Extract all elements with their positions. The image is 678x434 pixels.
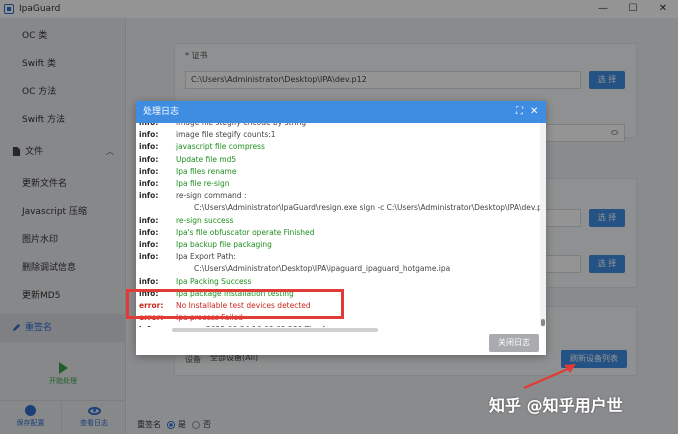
- log-level: info:: [139, 252, 159, 262]
- log-message: re-sign success: [176, 215, 234, 225]
- log-vertical-scrollbar[interactable]: [540, 123, 546, 327]
- log-level: info:: [139, 142, 159, 152]
- vertical-scroll-thumb[interactable]: [541, 319, 545, 326]
- log-level: info:: [139, 123, 158, 127]
- log-message: Ipa backup file packaging: [176, 240, 272, 249]
- log-message: image file stegify encode by string: [176, 123, 306, 127]
- dialog-header: 处理日志: [136, 101, 546, 123]
- log-level: info:: [139, 215, 159, 225]
- log-level: info:: [139, 191, 159, 201]
- close-dialog-icon[interactable]: ✕: [530, 101, 538, 123]
- error-highlight-box: [126, 289, 344, 319]
- log-message: C:\Users\Administrator\IpaGuard\resign.e…: [194, 203, 540, 213]
- log-message: re-sign command :: [176, 191, 247, 201]
- dialog-title: 处理日志: [143, 107, 180, 117]
- watermark-text: 知乎 @知乎用户世: [489, 396, 623, 415]
- log-message: Update file md5: [176, 154, 237, 164]
- log-message: Ipa Export Path:: [176, 252, 236, 262]
- close-log-button[interactable]: 关闭日志: [489, 334, 539, 352]
- log-level: info:: [139, 276, 159, 286]
- annotation-arrow-icon: [523, 364, 576, 390]
- log-message: image file stegify counts:1: [176, 130, 276, 140]
- log-level: info:: [139, 240, 159, 249]
- log-level: info:: [139, 179, 159, 188]
- log-message: Ipa's file obfuscator operate Finished: [176, 227, 315, 237]
- log-level: info:: [139, 130, 159, 140]
- horizontal-scroll-thumb[interactable]: [172, 328, 378, 332]
- log-message: Ipa file re-sign: [176, 179, 230, 188]
- log-message: javascript file compress: [176, 142, 265, 152]
- log-message: Ipa Packing Success: [176, 276, 252, 286]
- log-level: info:: [139, 154, 159, 164]
- log-level: info:: [139, 166, 159, 176]
- maximize-dialog-icon[interactable]: ⛶: [516, 101, 523, 123]
- log-level: info:: [139, 227, 159, 237]
- log-horizontal-scrollbar[interactable]: [136, 327, 546, 333]
- log-message: Ipa files rename: [176, 166, 237, 176]
- log-message: C:\Users\Administrator\Desktop\IPA\ipagu…: [194, 264, 451, 274]
